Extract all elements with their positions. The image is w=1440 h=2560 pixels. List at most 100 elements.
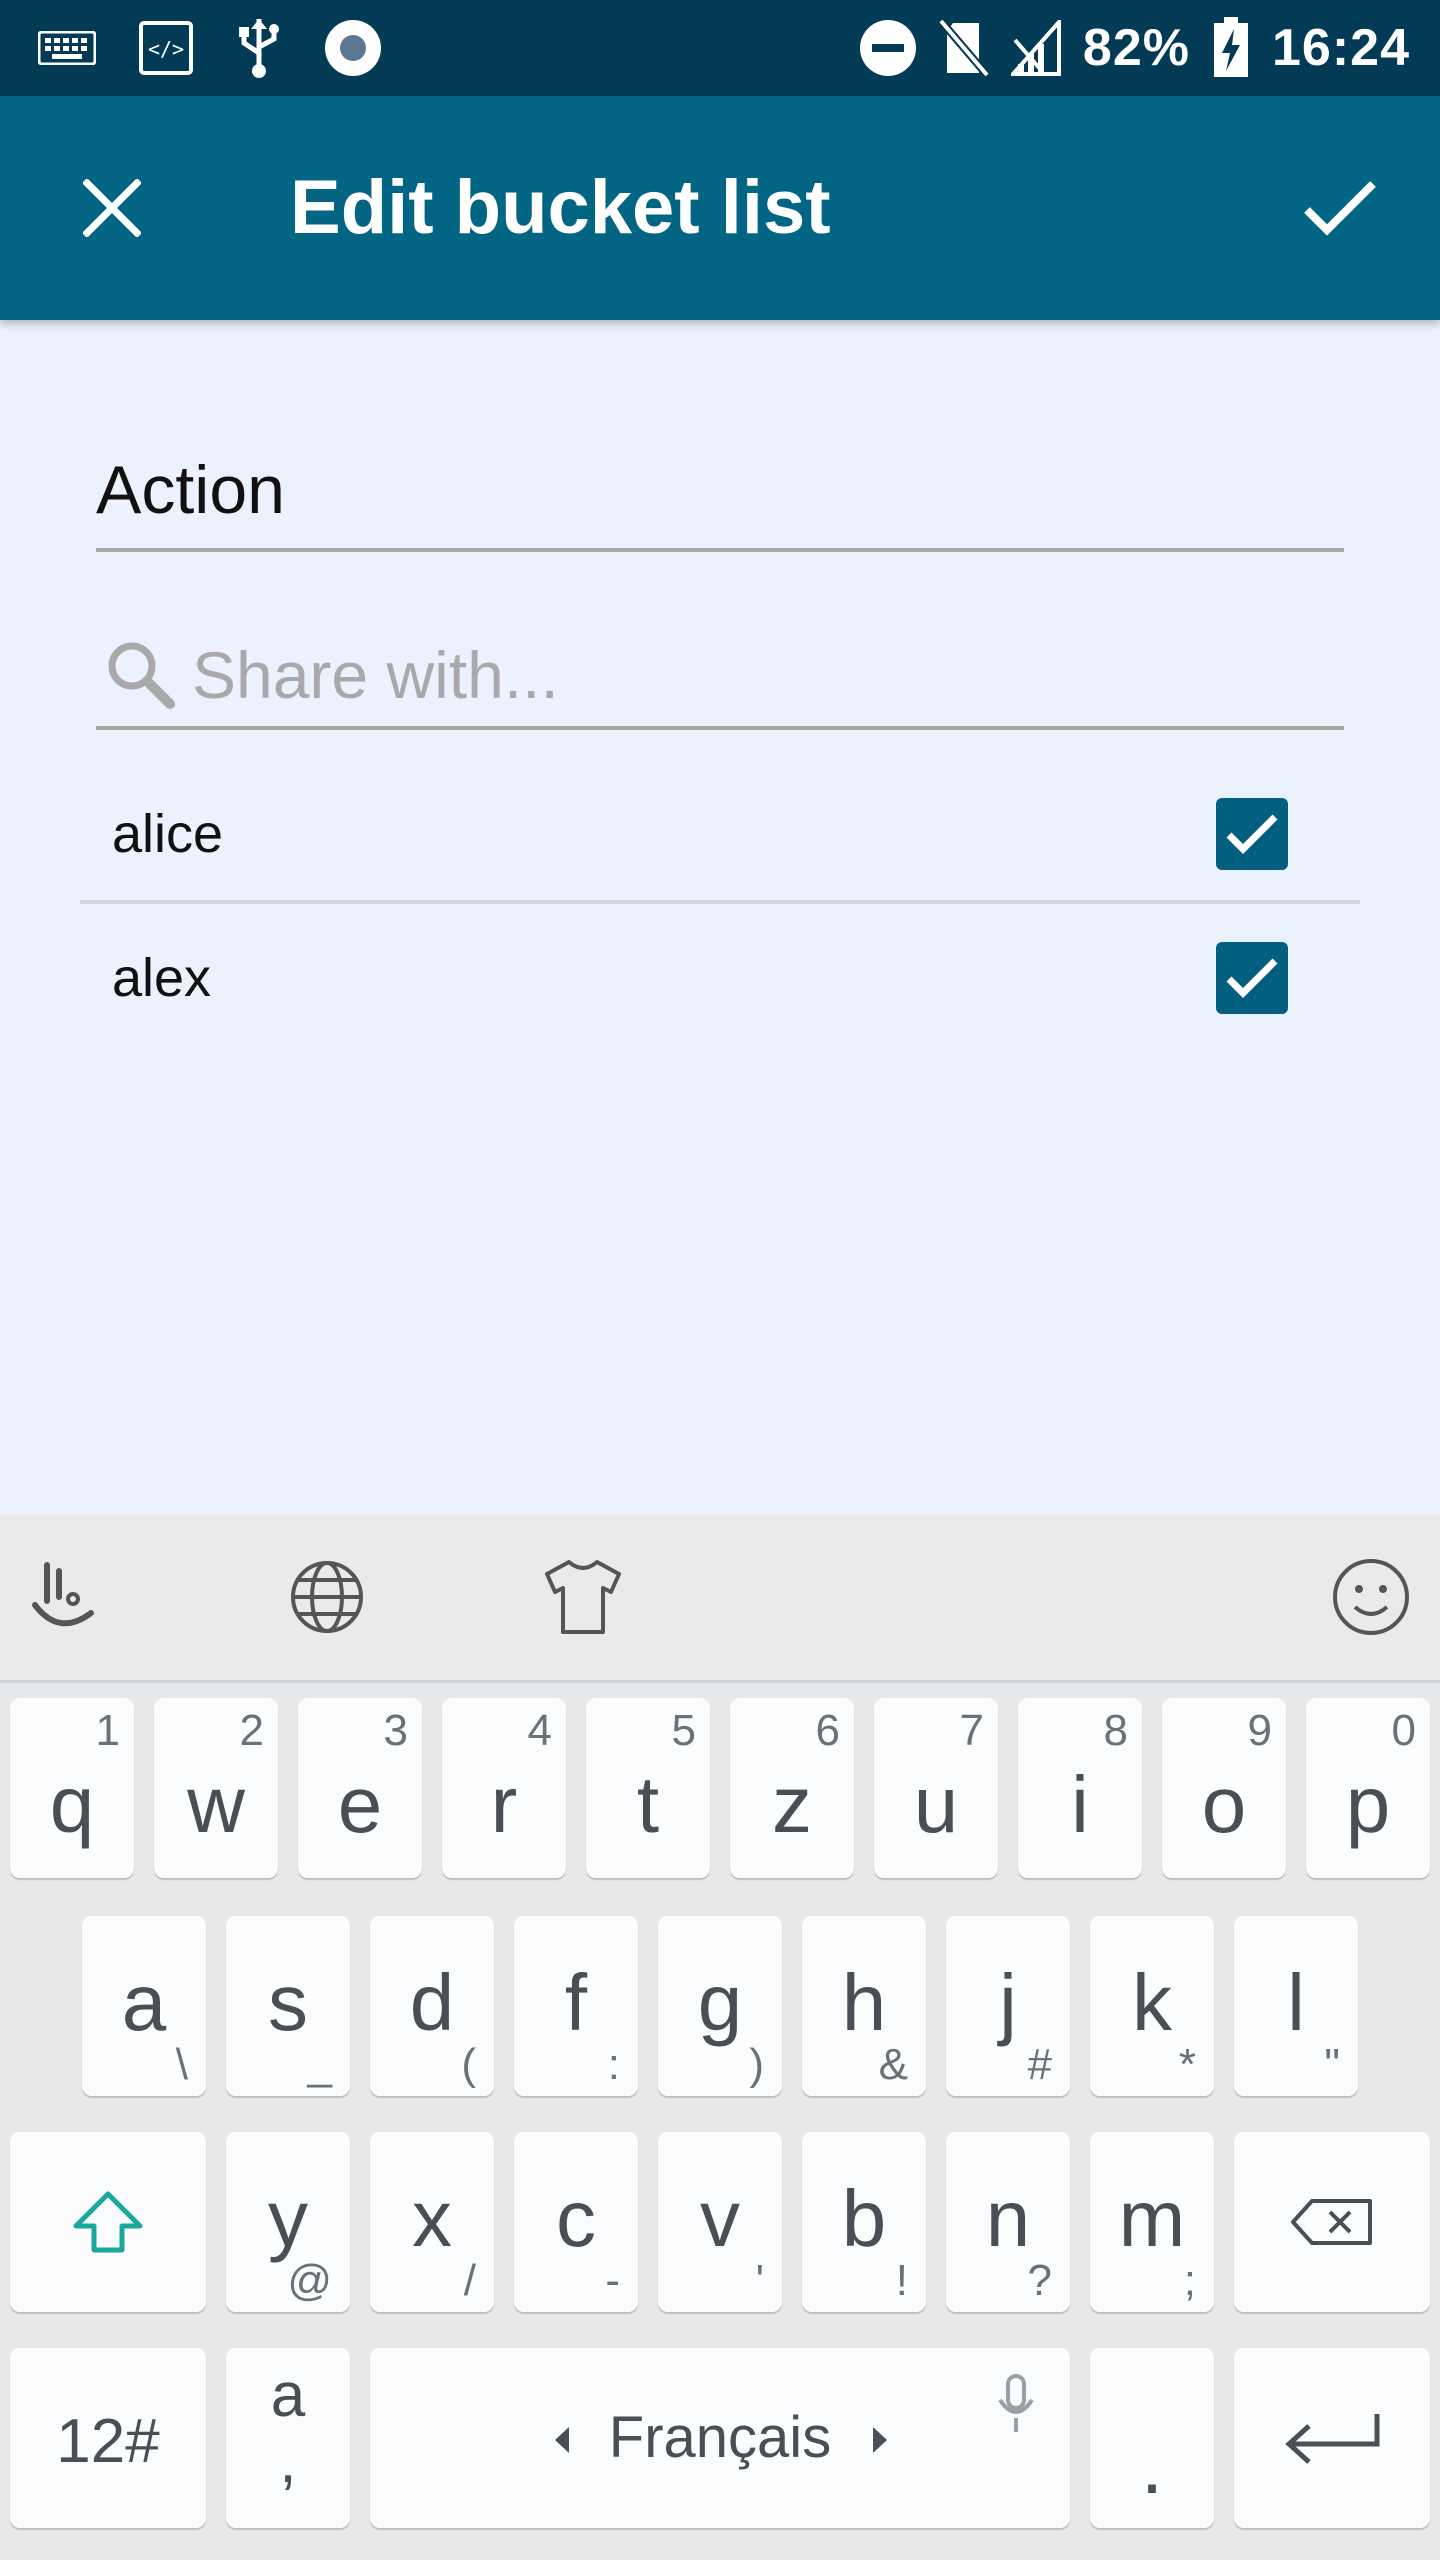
key-f[interactable]: f: xyxy=(514,1916,638,2096)
key-hint: - xyxy=(605,2256,620,2305)
key-s[interactable]: s _ xyxy=(226,1916,350,2096)
key-hint: 9 xyxy=(1247,1706,1272,1755)
check-icon xyxy=(1226,814,1278,854)
app-bar: Edit bucket list xyxy=(0,96,1440,320)
key-t[interactable]: 5t xyxy=(586,1698,710,1878)
key-i[interactable]: 8i xyxy=(1018,1698,1142,1878)
key-a[interactable]: a \ xyxy=(82,1916,206,2096)
symbols-key[interactable]: 12# xyxy=(10,2348,206,2528)
key-label: a xyxy=(121,1958,167,2047)
key-label: o xyxy=(1201,1760,1247,1849)
developer-mode-icon: </> xyxy=(138,20,194,76)
key-hint: " xyxy=(1324,2040,1340,2089)
globe-icon xyxy=(291,1561,363,1633)
key-hint: , xyxy=(279,2427,297,2496)
key-z[interactable]: 6z xyxy=(730,1698,854,1878)
key-j[interactable]: j # xyxy=(946,1916,1070,2096)
check-icon xyxy=(1304,181,1376,236)
do-not-disturb-icon xyxy=(859,19,917,77)
key-q[interactable]: 1q xyxy=(10,1698,134,1878)
key-m[interactable]: m; xyxy=(1090,2132,1214,2312)
signal-icon xyxy=(1010,20,1061,76)
key-hint: 6 xyxy=(815,1706,840,1755)
key-l[interactable]: l " xyxy=(1234,1916,1358,2096)
key-hint: _ xyxy=(307,2040,332,2089)
key-k[interactable]: k * xyxy=(1090,1916,1214,2096)
clock: 16:24 xyxy=(1272,19,1410,77)
enter-key[interactable] xyxy=(1234,2348,1430,2528)
key-hint: * xyxy=(1178,2040,1196,2089)
status-bar: </> 82% 16:24 xyxy=(0,0,1440,96)
key-label: q xyxy=(49,1760,95,1849)
key-w[interactable]: 2w xyxy=(154,1698,278,1878)
page-title: Edit bucket list xyxy=(290,165,831,250)
key-hint: 0 xyxy=(1391,1706,1416,1755)
key-label: u xyxy=(913,1760,959,1849)
list-item[interactable]: alice xyxy=(80,762,1360,906)
key-hint: # xyxy=(1027,2040,1052,2089)
key-hint: 8 xyxy=(1103,1706,1128,1755)
key-label: y xyxy=(268,2174,308,2263)
key-hint: ' xyxy=(755,2256,764,2305)
user-name: alice xyxy=(112,804,224,864)
key-label: h xyxy=(841,1958,887,2047)
key-n[interactable]: n? xyxy=(946,2132,1070,2312)
user-name: alex xyxy=(112,948,212,1008)
close-icon xyxy=(83,179,141,237)
shift-key[interactable] xyxy=(10,2132,206,2312)
key-label: c xyxy=(556,2174,596,2263)
backspace-key[interactable] xyxy=(1234,2132,1430,2312)
share-checkbox[interactable] xyxy=(1216,942,1288,1014)
key-e[interactable]: 3e xyxy=(298,1698,422,1878)
keyboard-icon xyxy=(38,31,96,65)
key-v[interactable]: v ' xyxy=(658,2132,782,2312)
battery-percent: 82% xyxy=(1082,19,1190,77)
gesture-icon xyxy=(32,1562,94,1627)
save-button[interactable] xyxy=(1288,156,1392,260)
key-label: 12# xyxy=(56,2407,160,2476)
key-hint: \ xyxy=(175,2040,188,2089)
period-key[interactable]: . xyxy=(1090,2348,1214,2528)
no-sim-icon xyxy=(938,19,989,77)
key-label: b xyxy=(841,2174,887,2263)
theme-button[interactable] xyxy=(540,1554,626,1640)
divider xyxy=(80,900,1360,904)
punctuation-key[interactable]: a , xyxy=(226,2348,350,2528)
key-label: x xyxy=(412,2174,452,2263)
key-g[interactable]: g) xyxy=(658,1916,782,2096)
language-button[interactable] xyxy=(284,1554,370,1640)
key-label: z xyxy=(772,1760,812,1849)
gesture-button[interactable] xyxy=(26,1554,112,1640)
smiley-icon xyxy=(1333,1559,1409,1635)
emoji-button[interactable] xyxy=(1328,1554,1414,1640)
key-c[interactable]: c- xyxy=(514,2132,638,2312)
key-x[interactable]: x / xyxy=(370,2132,494,2312)
key-label: a xyxy=(270,2361,306,2430)
key-y[interactable]: y @ xyxy=(226,2132,350,2312)
arrow-right-icon xyxy=(873,2427,887,2453)
tshirt-icon xyxy=(545,1560,621,1634)
list-item[interactable]: alex xyxy=(80,906,1360,1050)
key-b[interactable]: b! xyxy=(802,2132,926,2312)
close-button[interactable] xyxy=(60,156,164,260)
share-checkbox[interactable] xyxy=(1216,798,1288,870)
key-hint: 7 xyxy=(959,1706,984,1755)
key-label: f xyxy=(564,1958,588,2047)
key-label: n xyxy=(985,2174,1031,2263)
key-h[interactable]: h & xyxy=(802,1916,926,2096)
key-u[interactable]: 7u xyxy=(874,1698,998,1878)
key-label: t xyxy=(636,1760,660,1849)
share-search-field[interactable]: Share with... xyxy=(96,620,1344,730)
key-d[interactable]: d( xyxy=(370,1916,494,2096)
space-key[interactable]: Français xyxy=(370,2348,1070,2528)
soft-keyboard: 1q 2w 3e 4r 5t 6z 7u 8i 9o 0p a \ s _ d( f… xyxy=(0,1514,1440,2560)
key-hint: ; xyxy=(1183,2256,1196,2305)
key-label: k xyxy=(1132,1958,1172,2047)
keyboard-toolbar xyxy=(0,1514,1440,1683)
key-r[interactable]: 4r xyxy=(442,1698,566,1878)
key-label: j xyxy=(999,1958,1017,2047)
bucket-name-input[interactable]: Action xyxy=(96,440,1344,552)
key-p[interactable]: 0p xyxy=(1306,1698,1430,1878)
key-o[interactable]: 9o xyxy=(1162,1698,1286,1878)
record-icon xyxy=(324,19,382,77)
